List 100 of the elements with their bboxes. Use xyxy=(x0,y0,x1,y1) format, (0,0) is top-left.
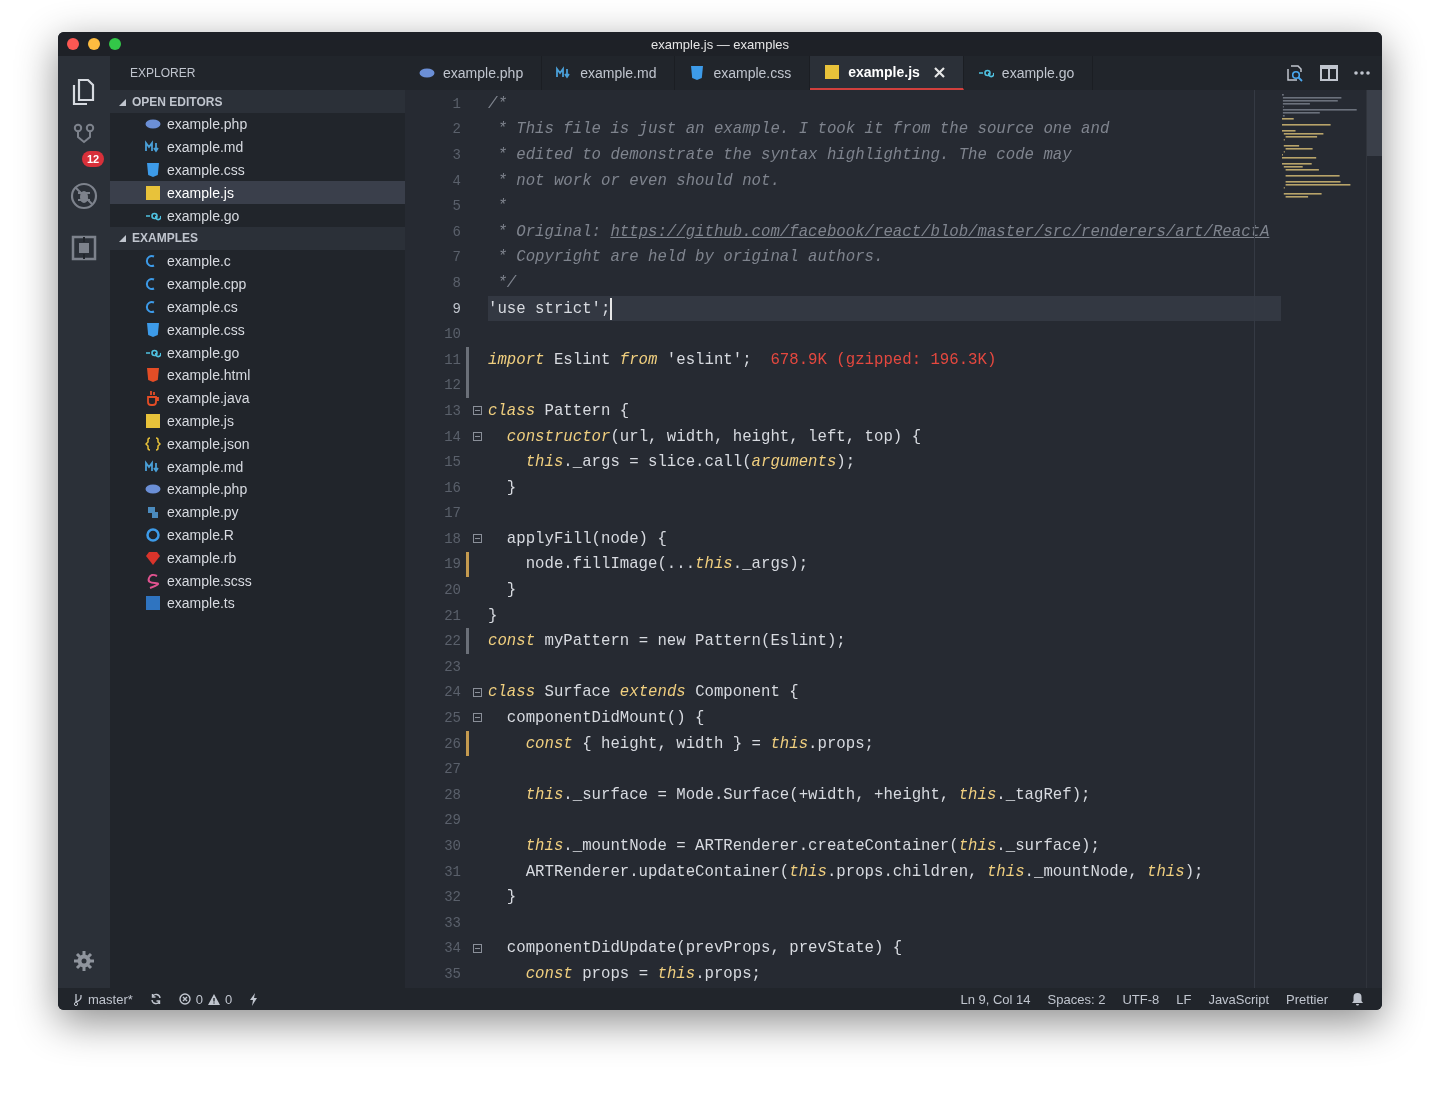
scrollbar-thumb[interactable] xyxy=(1367,90,1382,156)
file-item[interactable]: example.js xyxy=(110,409,405,433)
code-comment: * xyxy=(496,197,507,216)
extensions-icon[interactable] xyxy=(71,235,97,261)
window-title: example.js — examples xyxy=(651,36,789,52)
file-item[interactable]: example.cpp xyxy=(110,272,405,296)
comment-link[interactable]: https://github.com/facebook/react/blob/master/src/renderers/art/ReactA xyxy=(610,222,1270,241)
file-item[interactable]: example.php xyxy=(110,477,405,501)
code-keyword: const xyxy=(524,965,573,983)
status-item[interactable]: Spaces: 2 xyxy=(1047,991,1106,1007)
code-text: ARTRenderer.updateContainer( xyxy=(524,862,790,881)
file-item[interactable]: example.css xyxy=(110,158,405,182)
warning-count[interactable]: 0 xyxy=(225,991,233,1007)
line-number: 23 xyxy=(443,658,461,675)
line-number: 14 xyxy=(443,428,461,445)
branch-name[interactable]: master* xyxy=(88,991,133,1007)
code-comment: * not work or even should not. xyxy=(496,171,780,190)
line-number: 3 xyxy=(451,147,461,163)
file-item[interactable]: example.R xyxy=(110,523,405,547)
section-header[interactable]: EXAMPLES xyxy=(110,227,405,250)
zoom-window-button[interactable] xyxy=(109,38,121,50)
editor-tab[interactable]: example.go xyxy=(963,56,1094,90)
fold-icon[interactable] xyxy=(473,431,482,441)
code-text: 'use strict'; xyxy=(488,299,611,318)
status-item[interactable]: JavaScript xyxy=(1208,991,1270,1007)
settings-icon[interactable] xyxy=(73,950,95,972)
file-item[interactable]: example.js xyxy=(110,181,405,205)
code-keyword: this xyxy=(770,734,809,753)
code-keyword: this xyxy=(789,862,827,881)
file-type-icon xyxy=(145,549,161,566)
file-type-icon xyxy=(145,321,161,338)
fold-icon[interactable] xyxy=(473,943,482,953)
code-text: ); xyxy=(836,453,856,472)
file-item[interactable]: example.java xyxy=(110,386,405,410)
warning-icon[interactable] xyxy=(208,993,221,1005)
file-item[interactable]: example.scss xyxy=(110,569,405,592)
file-item[interactable]: example.md xyxy=(110,135,405,159)
editor-tab[interactable]: example.php xyxy=(405,56,543,90)
file-item[interactable]: example.cs xyxy=(110,295,405,319)
notification-bell-icon[interactable] xyxy=(1351,992,1364,1006)
file-item[interactable]: example.c xyxy=(110,250,405,273)
code-text: Component { xyxy=(694,683,799,702)
editor-tab[interactable]: example.md xyxy=(542,56,676,90)
status-item[interactable]: LF xyxy=(1176,991,1192,1007)
file-item[interactable]: example.md xyxy=(110,455,405,478)
file-item[interactable]: example.go xyxy=(110,204,405,227)
line-number: 10 xyxy=(443,326,461,343)
fold-icon[interactable] xyxy=(473,534,482,544)
file-type-icon xyxy=(145,595,161,612)
split-editor-icon[interactable] xyxy=(1320,65,1338,81)
section-header[interactable]: OPEN EDITORS xyxy=(110,90,405,113)
file-item[interactable]: example.json xyxy=(110,432,405,456)
file-type-icon xyxy=(145,390,161,407)
file-item[interactable]: example.rb xyxy=(110,546,405,570)
line-number: 17 xyxy=(443,505,461,522)
line-number: 5 xyxy=(451,198,461,215)
fold-icon[interactable] xyxy=(473,406,482,416)
file-type-icon xyxy=(145,162,161,178)
more-actions-icon[interactable] xyxy=(1354,71,1370,75)
status-item[interactable]: Ln 9, Col 14 xyxy=(960,991,1031,1007)
file-item[interactable]: example.ts xyxy=(110,591,405,615)
code-text: ._tagRef); xyxy=(996,785,1091,804)
code-text: { height, width } = xyxy=(581,734,762,753)
status-item[interactable]: UTF-8 xyxy=(1122,991,1160,1007)
import-size-hint: 678.9K (gzipped: 196.3K) xyxy=(770,350,997,369)
line-number: 20 xyxy=(443,582,461,599)
line-number: 12 xyxy=(443,377,461,394)
file-item[interactable]: example.py xyxy=(110,500,405,524)
fold-icon[interactable] xyxy=(473,713,482,723)
error-count[interactable]: 0 xyxy=(195,991,204,1007)
file-item[interactable]: example.go xyxy=(110,341,405,364)
minimize-window-button[interactable] xyxy=(88,38,100,50)
file-type-icon xyxy=(145,367,161,384)
lightning-icon[interactable] xyxy=(249,992,259,1006)
line-number: 35 xyxy=(443,966,461,982)
close-window-button[interactable] xyxy=(67,38,79,50)
file-item[interactable]: example.php xyxy=(110,113,405,136)
file-item[interactable]: example.html xyxy=(110,363,405,387)
code-keyword: this xyxy=(986,862,1025,881)
code-keyword: this xyxy=(1147,862,1185,881)
fold-icon[interactable] xyxy=(473,687,482,697)
search-icon[interactable] xyxy=(1286,64,1304,82)
file-type-icon xyxy=(824,64,841,80)
code-keyword: this xyxy=(524,453,564,472)
editor-tab[interactable]: example.js xyxy=(810,56,964,90)
no-bug-icon[interactable] xyxy=(70,182,98,210)
close-icon[interactable] xyxy=(933,66,945,78)
error-icon[interactable] xyxy=(178,993,191,1005)
file-item[interactable]: example.css xyxy=(110,318,405,342)
line-number: 4 xyxy=(451,172,461,189)
line-number: 26 xyxy=(443,735,461,752)
code-text: componentDidUpdate(prevProps, prevState) { xyxy=(505,939,903,958)
line-number: 33 xyxy=(443,914,461,931)
line-number: 24 xyxy=(443,684,461,701)
line-number: 34 xyxy=(443,940,461,957)
files-icon[interactable] xyxy=(71,78,97,106)
code-text: ._mountNode, xyxy=(1024,862,1139,881)
code-text: Eslint xyxy=(552,350,612,369)
status-item[interactable]: Prettier xyxy=(1286,991,1328,1007)
sync-icon[interactable] xyxy=(149,993,162,1005)
